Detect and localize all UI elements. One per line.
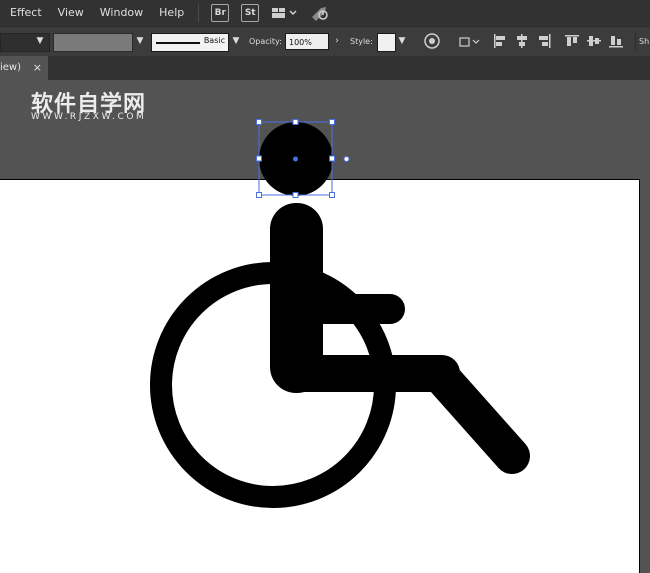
handle-bottom[interactable] [292,192,299,198]
handle-top-left[interactable] [256,119,262,125]
handle-top[interactable] [292,119,299,125]
handle-right[interactable] [329,155,335,162]
center-point [293,156,298,162]
arm-segment[interactable] [275,294,405,324]
handle-bottom-left[interactable] [256,192,262,198]
wheelchair-icon[interactable] [150,203,530,508]
handle-top-right[interactable] [329,119,335,125]
artwork-layer [150,119,530,508]
corner-widget-handle[interactable] [343,156,350,162]
leg-segment[interactable] [422,357,530,474]
handle-left[interactable] [256,155,262,162]
handle-bottom-right[interactable] [329,192,335,198]
